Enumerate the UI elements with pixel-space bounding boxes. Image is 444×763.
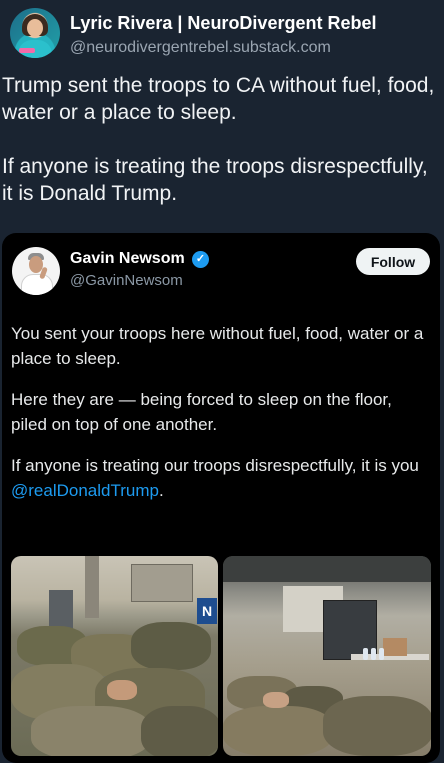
media-grid: N: [11, 556, 431, 756]
author-avatar[interactable]: [10, 8, 60, 58]
post-text: Trump sent the troops to CA without fuel…: [2, 74, 435, 205]
quoted-author-avatar[interactable]: [12, 247, 60, 295]
mention-link[interactable]: @realDonaldTrump: [11, 481, 159, 500]
sign-letter: N: [197, 598, 217, 624]
quoted-paragraph-3: If anyone is treating our troops disresp…: [11, 453, 431, 503]
quoted-author-name[interactable]: Gavin Newsom: [70, 250, 185, 268]
quoted-paragraph-3-text: If anyone is treating our troops disresp…: [11, 456, 419, 475]
quoted-paragraph-2: Here they are — being forced to sleep on…: [11, 390, 392, 434]
verified-badge-icon: ✓: [192, 251, 209, 268]
photo-troops-floor[interactable]: [223, 556, 431, 756]
follow-button[interactable]: Follow: [356, 248, 430, 275]
author-display-name[interactable]: Lyric Rivera | NeuroDivergent Rebel: [70, 13, 376, 34]
quoted-post-text: You sent your troops here without fuel, …: [11, 321, 431, 519]
quoted-post-card[interactable]: Gavin Newsom ✓ @GavinNewsom Follow You s…: [2, 233, 440, 763]
quoted-paragraph-3-end: .: [158, 481, 164, 500]
author-handle[interactable]: @neurodivergentrebel.substack.com: [70, 39, 331, 57]
post-header: Lyric Rivera | NeuroDivergent Rebel @neu…: [8, 6, 436, 60]
photo-troops-garage[interactable]: N: [11, 556, 218, 756]
quoted-author-handle[interactable]: @GavinNewsom: [70, 272, 183, 289]
quoted-paragraph-1: You sent your troops here without fuel, …: [11, 324, 424, 368]
